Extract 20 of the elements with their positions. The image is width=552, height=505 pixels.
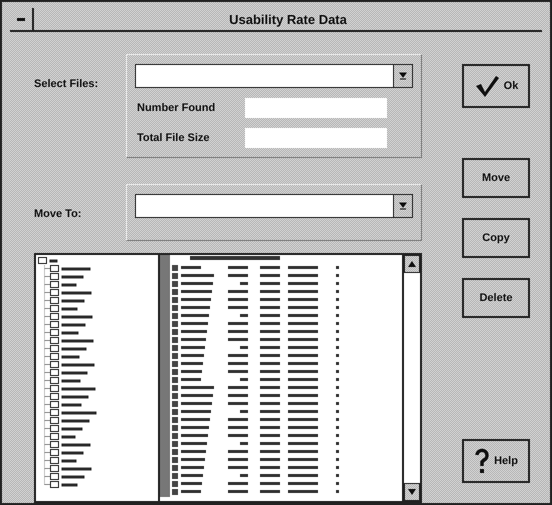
dropdown-arrow-icon xyxy=(399,201,407,211)
up-arrow-icon xyxy=(408,261,416,267)
field-label: Total File Size xyxy=(137,132,211,144)
minus-icon xyxy=(17,18,25,20)
action-button[interactable]: Delete xyxy=(462,278,530,318)
field-label: Number Found xyxy=(137,102,216,114)
down-arrow-icon xyxy=(408,489,416,495)
checkmark-icon xyxy=(474,74,500,98)
help-button[interactable]: Help xyxy=(462,439,530,483)
field-label: Move To: xyxy=(34,207,82,220)
ok-button[interactable]: Ok xyxy=(462,64,530,108)
dropdown-arrow-icon xyxy=(399,71,407,81)
window-title: Usability Rate Data xyxy=(228,12,348,26)
scrollbar[interactable] xyxy=(404,255,420,501)
move-to-combo[interactable] xyxy=(135,194,413,218)
question-mark-icon xyxy=(474,448,490,474)
field-label: Select Files: xyxy=(34,77,100,90)
select-files-combo[interactable] xyxy=(135,64,413,88)
action-button[interactable]: Move xyxy=(462,158,530,198)
action-button[interactable]: Copy xyxy=(462,218,530,258)
